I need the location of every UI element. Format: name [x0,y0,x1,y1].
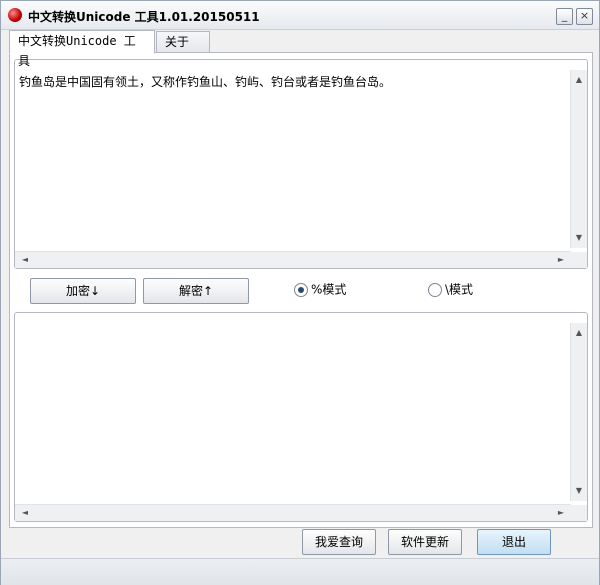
tab-panel: 钓鱼岛是中国固有领土，又称作钓鱼山、钓屿、钓台或者是钓鱼台岛。 ▲ ▼ ◄ ► … [9,52,593,528]
radio-backslash-mode[interactable]: \模式 [428,281,473,297]
scroll-up-icon[interactable]: ▲ [571,72,587,88]
decrypt-button[interactable]: 解密↑ [143,278,249,304]
update-button[interactable]: 软件更新 [388,529,462,555]
scroll-down-icon[interactable]: ▼ [571,230,587,246]
output-groupbox: ▲ ▼ ◄ ► [14,312,588,522]
scroll-up-icon[interactable]: ▲ [571,325,587,341]
input-groupbox: 钓鱼岛是中国固有领土，又称作钓鱼山、钓屿、钓台或者是钓鱼台岛。 ▲ ▼ ◄ ► [14,59,588,269]
title-bar[interactable]: 中文转换Unicode 工具1.01.20150511 _ × [1,1,599,30]
scroll-corner [571,505,587,521]
input-vertical-scrollbar[interactable]: ▲ ▼ [570,70,587,248]
status-bar [1,558,599,585]
input-horizontal-scrollbar[interactable]: ◄ ► [15,251,571,268]
output-text [15,323,571,329]
radio-unselected-icon[interactable] [428,282,442,297]
scroll-down-icon[interactable]: ▼ [571,483,587,499]
exit-button[interactable]: 退出 [477,529,551,555]
scroll-corner [571,252,587,268]
radio-selected-icon[interactable] [294,282,308,297]
window-title: 中文转换Unicode 工具1.01.20150511 [28,10,260,24]
tab-about[interactable]: 关于 [156,31,210,53]
radio-percent-mode[interactable]: %模式 [294,281,346,297]
output-vertical-scrollbar[interactable]: ▲ ▼ [570,323,587,501]
scroll-left-icon[interactable]: ◄ [17,505,33,521]
input-text: 钓鱼岛是中国固有领土，又称作钓鱼山、钓屿、钓台或者是钓鱼台岛。 [19,75,392,89]
tab-bar: 中文转换Unicode 工具 关于 [9,30,591,68]
close-button[interactable]: × [576,8,593,25]
tab-converter[interactable]: 中文转换Unicode 工具 [9,30,155,68]
scroll-left-icon[interactable]: ◄ [17,252,33,268]
radio-percent-label: %模式 [311,282,347,297]
query-button[interactable]: 我爱查询 [302,529,376,555]
scroll-right-icon[interactable]: ► [553,505,569,521]
output-textarea[interactable] [15,323,571,501]
app-window: 中文转换Unicode 工具1.01.20150511 _ × 中文转换Unic… [0,0,600,585]
input-textarea[interactable]: 钓鱼岛是中国固有领土，又称作钓鱼山、钓屿、钓台或者是钓鱼台岛。 [15,70,571,248]
radio-backslash-label: \模式 [445,282,474,297]
scroll-right-icon[interactable]: ► [553,252,569,268]
app-icon [8,8,22,22]
encrypt-button[interactable]: 加密↓ [30,278,136,304]
minimize-button[interactable]: _ [556,8,573,25]
output-horizontal-scrollbar[interactable]: ◄ ► [15,504,571,521]
